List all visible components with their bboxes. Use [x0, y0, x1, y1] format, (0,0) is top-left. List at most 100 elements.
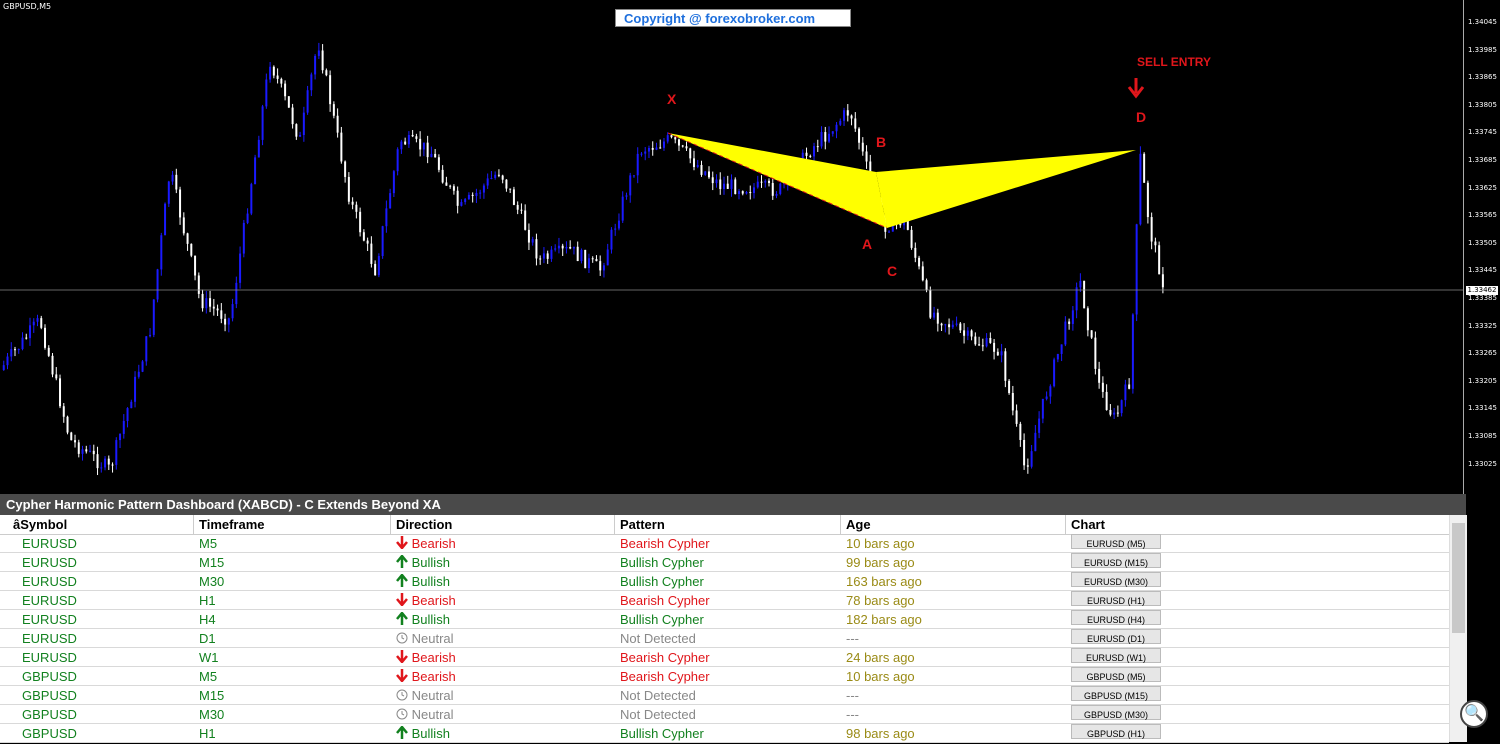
- candle-body: [715, 179, 718, 184]
- candle-body: [670, 135, 673, 138]
- column-header-chart[interactable]: Chart: [1071, 515, 1105, 534]
- candle-body: [272, 66, 275, 76]
- scrollbar-thumb[interactable]: [1452, 523, 1465, 633]
- pattern-cell: Not Detected: [620, 707, 696, 722]
- candle-body: [644, 151, 647, 154]
- candle-body: [246, 213, 249, 223]
- age-cell: ---: [846, 707, 859, 722]
- candle-body: [344, 161, 347, 177]
- candle-body: [126, 408, 129, 422]
- candle-body: [741, 191, 744, 194]
- candle-body: [1128, 384, 1131, 389]
- direction-cell: Bearish: [396, 648, 456, 667]
- candle-body: [201, 293, 204, 309]
- candle-body: [539, 258, 542, 260]
- open-chart-button[interactable]: EURUSD (H4): [1071, 610, 1161, 625]
- candle-body: [396, 149, 399, 172]
- direction-cell: Neutral: [396, 686, 454, 705]
- timeframe-cell: M5: [199, 669, 218, 684]
- candle-body: [295, 124, 298, 137]
- candle-body: [47, 347, 50, 356]
- column-header-symbol[interactable]: âSymbol: [13, 515, 67, 534]
- column-header-pattern[interactable]: Pattern: [620, 515, 665, 534]
- column-header-age[interactable]: Age: [846, 515, 871, 534]
- candle-body: [970, 330, 973, 337]
- candle-body: [104, 458, 107, 468]
- candle-body: [479, 192, 482, 194]
- timeframe-cell: D1: [199, 631, 216, 646]
- open-chart-button[interactable]: EURUSD (M5): [1071, 534, 1161, 549]
- candle-body: [445, 182, 448, 186]
- column-header-timeframe[interactable]: Timeframe: [199, 515, 265, 534]
- candle-body: [287, 96, 290, 108]
- age-cell: 99 bars ago: [846, 555, 915, 570]
- candle-body: [520, 209, 523, 211]
- candle-body: [550, 249, 553, 259]
- open-chart-button[interactable]: EURUSD (W1): [1071, 648, 1161, 663]
- candle-body: [779, 183, 782, 194]
- candlestick-plot[interactable]: [0, 0, 1463, 494]
- candle-body: [257, 139, 260, 158]
- candle-body: [944, 324, 947, 326]
- candle-body: [490, 177, 493, 179]
- open-chart-button[interactable]: EURUSD (D1): [1071, 629, 1161, 644]
- candle-body: [854, 118, 857, 129]
- open-chart-button[interactable]: EURUSD (M30): [1071, 572, 1161, 587]
- candle-body: [29, 325, 32, 339]
- candle-body: [557, 245, 560, 249]
- candle-body: [404, 141, 407, 145]
- point-b-label: B: [876, 134, 887, 150]
- candle-body: [497, 174, 500, 176]
- candle-body: [186, 233, 189, 244]
- timeframe-cell: M15: [199, 555, 225, 570]
- candle-body: [182, 217, 185, 234]
- open-chart-button[interactable]: GBPUSD (M15): [1071, 686, 1161, 701]
- candle-body: [250, 184, 253, 214]
- candle-body: [936, 312, 939, 324]
- candle-body: [816, 146, 819, 148]
- candle-body: [265, 79, 268, 107]
- candle-body: [152, 299, 155, 335]
- open-chart-button[interactable]: GBPUSD (M30): [1071, 705, 1161, 720]
- candle-body: [1098, 368, 1101, 383]
- table-row: GBPUSD M15 Neutral Not Detected --- GBPUSD (…: [0, 686, 1449, 705]
- candle-body: [441, 169, 444, 183]
- candle-body: [482, 185, 485, 193]
- candle-body: [918, 257, 921, 267]
- candle-body: [1041, 398, 1044, 419]
- age-cell: 163 bars ago: [846, 574, 922, 589]
- candle-body: [524, 210, 527, 230]
- candle-body: [475, 192, 478, 196]
- price-chart[interactable]: GBPUSD,M5 Copyright @ forexobroker.com X…: [0, 0, 1500, 494]
- column-header-direction[interactable]: Direction: [396, 515, 452, 534]
- candle-body: [156, 269, 159, 300]
- candle-body: [1158, 245, 1161, 275]
- candle-body: [449, 185, 452, 187]
- price-axis[interactable]: 1.34045 1.33985 1.33865 1.33805 1.33745 1.336…: [1463, 0, 1500, 494]
- table-row: EURUSD H1 Bearish Bearish Cypher 78 bars ag…: [0, 591, 1449, 610]
- candle-body: [1023, 439, 1026, 466]
- candle-body: [2, 365, 5, 370]
- symbol-cell: EURUSD: [22, 631, 77, 646]
- candle-body: [1101, 382, 1104, 392]
- candle-body: [858, 128, 861, 143]
- magnifier-icon[interactable]: 🔍: [1460, 700, 1488, 728]
- arrow-up-icon: [396, 611, 408, 628]
- symbol-cell: GBPUSD: [22, 726, 77, 741]
- open-chart-button[interactable]: EURUSD (M15): [1071, 553, 1161, 568]
- table-row: GBPUSD M5 Bearish Bearish Cypher 10 bars ag…: [0, 667, 1449, 686]
- candle-body: [711, 177, 714, 184]
- open-chart-button[interactable]: EURUSD (H1): [1071, 591, 1161, 606]
- candle-body: [1000, 351, 1003, 356]
- candle-body: [1075, 287, 1078, 311]
- open-chart-button[interactable]: GBPUSD (H1): [1071, 724, 1161, 739]
- arrow-down-icon: [396, 669, 408, 685]
- candle-body: [36, 318, 39, 322]
- candle-body: [722, 183, 725, 190]
- candle-body: [614, 228, 617, 230]
- open-chart-button[interactable]: GBPUSD (M5): [1071, 667, 1161, 682]
- copyright-label[interactable]: Copyright @ forexobroker.com: [615, 9, 851, 27]
- timeframe-cell: M30: [199, 574, 225, 589]
- candle-body: [647, 147, 650, 152]
- pattern-cell: Bullish Cypher: [620, 555, 704, 570]
